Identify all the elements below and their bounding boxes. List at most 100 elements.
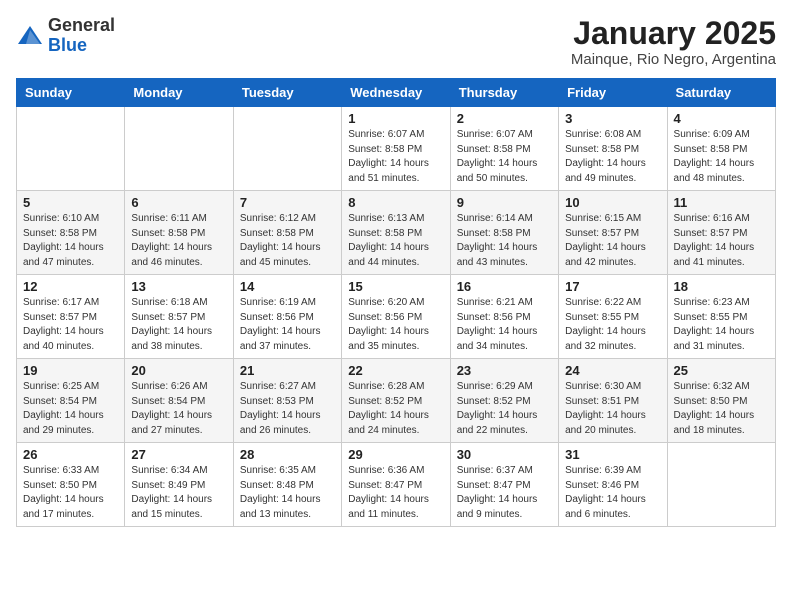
day-info: Sunrise: 6:07 AMSunset: 8:58 PMDaylight:… <box>348 128 443 186</box>
day-info: Sunrise: 6:13 AMSunset: 8:58 PMDaylight:… <box>348 212 443 270</box>
day-cell <box>233 107 341 191</box>
day-number: 14 <box>240 279 335 294</box>
day-cell <box>667 443 775 527</box>
weekday-header-friday: Friday <box>559 79 667 107</box>
day-cell: 26 Sunrise: 6:33 AMSunset: 8:50 PMDayligh… <box>17 443 125 527</box>
day-info: Sunrise: 6:36 AMSunset: 8:47 PMDaylight:… <box>348 464 443 522</box>
day-cell: 10 Sunrise: 6:15 AMSunset: 8:57 PMDayligh… <box>559 191 667 275</box>
weekday-header-thursday: Thursday <box>450 79 558 107</box>
day-info: Sunrise: 6:17 AMSunset: 8:57 PMDaylight:… <box>23 296 118 354</box>
day-number: 25 <box>674 363 769 378</box>
day-number: 11 <box>674 195 769 210</box>
day-info: Sunrise: 6:25 AMSunset: 8:54 PMDaylight:… <box>23 380 118 438</box>
day-number: 20 <box>131 363 226 378</box>
day-cell: 9 Sunrise: 6:14 AMSunset: 8:58 PMDaylight… <box>450 191 558 275</box>
day-cell: 14 Sunrise: 6:19 AMSunset: 8:56 PMDayligh… <box>233 275 341 359</box>
title-block: January 2025 Mainque, Rio Negro, Argenti… <box>571 16 776 68</box>
day-number: 15 <box>348 279 443 294</box>
day-info: Sunrise: 6:19 AMSunset: 8:56 PMDaylight:… <box>240 296 335 354</box>
day-cell: 17Sunrise: 6:22 AMSunset: 8:55 PMDayligh… <box>559 275 667 359</box>
day-cell: 31 Sunrise: 6:39 AMSunset: 8:46 PMDayligh… <box>559 443 667 527</box>
logo-text: General Blue <box>48 16 115 56</box>
day-number: 7 <box>240 195 335 210</box>
day-info: Sunrise: 6:16 AMSunset: 8:57 PMDaylight:… <box>674 212 769 270</box>
day-info: Sunrise: 6:27 AMSunset: 8:53 PMDaylight:… <box>240 380 335 438</box>
day-info: Sunrise: 6:30 AMSunset: 8:51 PMDaylight:… <box>565 380 660 438</box>
day-cell: 28 Sunrise: 6:35 AMSunset: 8:48 PMDayligh… <box>233 443 341 527</box>
day-cell: 8 Sunrise: 6:13 AMSunset: 8:58 PMDaylight… <box>342 191 450 275</box>
day-info: Sunrise: 6:14 AMSunset: 8:58 PMDaylight:… <box>457 212 552 270</box>
day-number: 4 <box>674 111 769 126</box>
week-row-2: 5 Sunrise: 6:10 AMSunset: 8:58 PMDaylight… <box>17 191 776 275</box>
day-number: 5 <box>23 195 118 210</box>
day-info: Sunrise: 6:35 AMSunset: 8:48 PMDaylight:… <box>240 464 335 522</box>
day-number: 1 <box>348 111 443 126</box>
day-info: Sunrise: 6:10 AMSunset: 8:58 PMDaylight:… <box>23 212 118 270</box>
day-info: Sunrise: 6:15 AMSunset: 8:57 PMDaylight:… <box>565 212 660 270</box>
day-info: Sunrise: 6:09 AMSunset: 8:58 PMDaylight:… <box>674 128 769 186</box>
day-cell: 20 Sunrise: 6:26 AMSunset: 8:54 PMDayligh… <box>125 359 233 443</box>
day-cell: 23 Sunrise: 6:29 AMSunset: 8:52 PMDayligh… <box>450 359 558 443</box>
day-info: Sunrise: 6:20 AMSunset: 8:56 PMDaylight:… <box>348 296 443 354</box>
day-number: 27 <box>131 447 226 462</box>
day-cell: 5 Sunrise: 6:10 AMSunset: 8:58 PMDaylight… <box>17 191 125 275</box>
day-cell: 15 Sunrise: 6:20 AMSunset: 8:56 PMDayligh… <box>342 275 450 359</box>
day-info: Sunrise: 6:26 AMSunset: 8:54 PMDaylight:… <box>131 380 226 438</box>
day-info: Sunrise: 6:21 AMSunset: 8:56 PMDaylight:… <box>457 296 552 354</box>
day-cell: 3Sunrise: 6:08 AMSunset: 8:58 PMDaylight… <box>559 107 667 191</box>
day-number: 12 <box>23 279 118 294</box>
weekday-header-row: SundayMondayTuesdayWednesdayThursdayFrid… <box>17 79 776 107</box>
day-info: Sunrise: 6:18 AMSunset: 8:57 PMDaylight:… <box>131 296 226 354</box>
day-number: 26 <box>23 447 118 462</box>
day-cell: 18Sunrise: 6:23 AMSunset: 8:55 PMDayligh… <box>667 275 775 359</box>
week-row-5: 26 Sunrise: 6:33 AMSunset: 8:50 PMDayligh… <box>17 443 776 527</box>
calendar-title: January 2025 <box>571 16 776 51</box>
day-number: 23 <box>457 363 552 378</box>
day-cell <box>125 107 233 191</box>
day-cell <box>17 107 125 191</box>
weekday-header-wednesday: Wednesday <box>342 79 450 107</box>
calendar-table: SundayMondayTuesdayWednesdayThursdayFrid… <box>16 78 776 527</box>
weekday-header-monday: Monday <box>125 79 233 107</box>
day-info: Sunrise: 6:34 AMSunset: 8:49 PMDaylight:… <box>131 464 226 522</box>
day-number: 2 <box>457 111 552 126</box>
day-cell: 24 Sunrise: 6:30 AMSunset: 8:51 PMDayligh… <box>559 359 667 443</box>
day-number: 21 <box>240 363 335 378</box>
day-cell: 12 Sunrise: 6:17 AMSunset: 8:57 PMDayligh… <box>17 275 125 359</box>
day-number: 10 <box>565 195 660 210</box>
day-info: Sunrise: 6:11 AMSunset: 8:58 PMDaylight:… <box>131 212 226 270</box>
logo-icon <box>16 22 44 50</box>
day-cell: 29Sunrise: 6:36 AMSunset: 8:47 PMDayligh… <box>342 443 450 527</box>
week-row-4: 19 Sunrise: 6:25 AMSunset: 8:54 PMDayligh… <box>17 359 776 443</box>
day-cell: 30 Sunrise: 6:37 AMSunset: 8:47 PMDayligh… <box>450 443 558 527</box>
day-cell: 25 Sunrise: 6:32 AMSunset: 8:50 PMDayligh… <box>667 359 775 443</box>
day-cell: 21 Sunrise: 6:27 AMSunset: 8:53 PMDayligh… <box>233 359 341 443</box>
day-info: Sunrise: 6:32 AMSunset: 8:50 PMDaylight:… <box>674 380 769 438</box>
day-number: 28 <box>240 447 335 462</box>
day-number: 18 <box>674 279 769 294</box>
day-cell: 2Sunrise: 6:07 AMSunset: 8:58 PMDaylight… <box>450 107 558 191</box>
day-info: Sunrise: 6:28 AMSunset: 8:52 PMDaylight:… <box>348 380 443 438</box>
day-cell: 7 Sunrise: 6:12 AMSunset: 8:58 PMDaylight… <box>233 191 341 275</box>
day-number: 6 <box>131 195 226 210</box>
day-number: 8 <box>348 195 443 210</box>
day-cell: 19 Sunrise: 6:25 AMSunset: 8:54 PMDayligh… <box>17 359 125 443</box>
week-row-1: 1 Sunrise: 6:07 AMSunset: 8:58 PMDaylight… <box>17 107 776 191</box>
day-cell: 27 Sunrise: 6:34 AMSunset: 8:49 PMDayligh… <box>125 443 233 527</box>
day-number: 3 <box>565 111 660 126</box>
day-number: 31 <box>565 447 660 462</box>
day-info: Sunrise: 6:37 AMSunset: 8:47 PMDaylight:… <box>457 464 552 522</box>
day-number: 19 <box>23 363 118 378</box>
day-cell: 6 Sunrise: 6:11 AMSunset: 8:58 PMDaylight… <box>125 191 233 275</box>
day-number: 24 <box>565 363 660 378</box>
day-number: 9 <box>457 195 552 210</box>
page-header: General Blue January 2025 Mainque, Rio N… <box>16 16 776 68</box>
day-number: 30 <box>457 447 552 462</box>
day-info: Sunrise: 6:12 AMSunset: 8:58 PMDaylight:… <box>240 212 335 270</box>
logo: General Blue <box>16 16 115 56</box>
day-info: Sunrise: 6:29 AMSunset: 8:52 PMDaylight:… <box>457 380 552 438</box>
day-info: Sunrise: 6:22 AMSunset: 8:55 PMDaylight:… <box>565 296 660 354</box>
day-info: Sunrise: 6:39 AMSunset: 8:46 PMDaylight:… <box>565 464 660 522</box>
day-cell: 4 Sunrise: 6:09 AMSunset: 8:58 PMDaylight… <box>667 107 775 191</box>
day-info: Sunrise: 6:33 AMSunset: 8:50 PMDaylight:… <box>23 464 118 522</box>
